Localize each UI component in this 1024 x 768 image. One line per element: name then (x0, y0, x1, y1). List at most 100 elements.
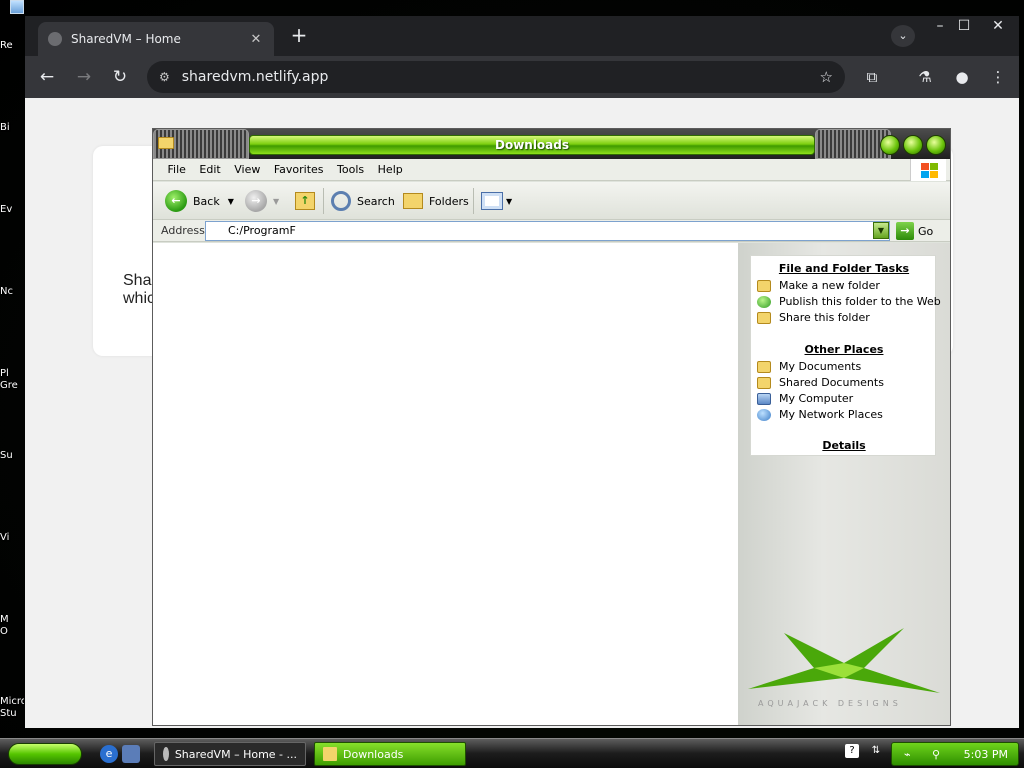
wifi-icon[interactable]: ⌁ (904, 748, 911, 761)
menu-bar: File Edit View Favorites Tools Help (153, 159, 950, 181)
place-my-computer[interactable]: My Computer (757, 392, 853, 405)
recycle-bin-icon[interactable] (10, 0, 24, 14)
search-icon[interactable]: ⚲ (932, 748, 940, 761)
desktop-icon-label[interactable]: Bi (0, 122, 24, 134)
page-text-line: whic (123, 290, 156, 307)
desktop-icon-label[interactable]: Micro (0, 696, 24, 708)
system-tray: ⌁ ⚲ 5:03 PM (891, 742, 1019, 766)
minimize-button[interactable] (880, 135, 900, 155)
place-shared-documents[interactable]: Shared Documents (757, 376, 884, 389)
browser-tab[interactable]: SharedVM – Home ✕ (38, 22, 274, 56)
place-label: My Computer (779, 392, 854, 405)
internet-explorer-icon[interactable]: e (100, 745, 118, 763)
site-settings-icon[interactable]: ⚙ (159, 70, 170, 84)
up-folder-button[interactable]: ↑ (295, 188, 315, 214)
folders-label: Folders (429, 194, 469, 208)
search-label: Search (357, 194, 395, 208)
start-button[interactable] (8, 743, 82, 765)
desktop-icon-label[interactable]: Re (0, 40, 24, 52)
taskbar-item-downloads[interactable]: Downloads (314, 742, 466, 766)
taskbar: e SharedVM – Home - ... Downloads ? ⇅ ⌁ … (0, 738, 1024, 768)
forward-arrow-icon: → (245, 190, 267, 212)
clock[interactable]: 5:03 PM (964, 748, 1008, 761)
profile-icon[interactable]: ● (951, 66, 973, 88)
views-button[interactable]: ▼ (481, 188, 512, 214)
up-folder-icon: ↑ (295, 192, 315, 210)
address-input[interactable]: C:/ProgramF (205, 221, 890, 241)
menu-edit[interactable]: Edit (194, 159, 225, 181)
browser-toolbar: ← → ↻ ⚙ sharedvm.netlify.app ☆ ⧉ ⚗ ● ⋮ (25, 56, 1019, 98)
close-window-button[interactable]: ✕ (981, 16, 1015, 38)
forward-arrow-icon[interactable]: → (72, 65, 96, 89)
address-bar[interactable]: ⚙ sharedvm.netlify.app ☆ (147, 61, 845, 93)
url-text: sharedvm.netlify.app (181, 69, 329, 85)
desktop-icon-label[interactable]: Ev (0, 204, 24, 216)
desktop-icon-label[interactable]: Stu (0, 708, 24, 720)
go-label: Go (918, 224, 934, 238)
back-arrow-icon[interactable]: ← (35, 65, 59, 89)
chrome-icon (163, 747, 169, 761)
search-button[interactable]: Search (331, 188, 395, 214)
desktop-icon-label[interactable]: O (0, 626, 24, 638)
labs-flask-icon[interactable]: ⚗ (914, 66, 936, 88)
desktop-icon-label[interactable]: Nc (0, 286, 24, 298)
menu-help[interactable]: Help (373, 159, 408, 181)
task-make-folder[interactable]: Make a new folder (757, 279, 880, 292)
menu-view[interactable]: View (229, 159, 265, 181)
menu-file[interactable]: File (163, 159, 191, 181)
folders-button[interactable]: Folders (403, 188, 469, 214)
tray-icons: ? ⇅ (845, 744, 893, 758)
maximize-button[interactable]: ☐ (947, 16, 981, 38)
reload-icon[interactable]: ↻ (108, 65, 132, 89)
network-tray-icon[interactable]: ⇅ (869, 744, 883, 758)
tab-close-icon[interactable]: ✕ (248, 32, 264, 47)
page-text-line: Sha (123, 272, 152, 289)
address-label: Address (161, 224, 205, 237)
desktop-icon-label[interactable]: Vi (0, 532, 24, 544)
brand-watermark: AQUAJACK DESIGNS (758, 699, 902, 708)
menu-tools[interactable]: Tools (332, 159, 369, 181)
file-list-area[interactable] (153, 243, 738, 725)
place-my-documents[interactable]: My Documents (757, 360, 861, 373)
back-button[interactable]: ← Back ▼ (165, 188, 234, 214)
folder-icon (757, 376, 771, 389)
go-button[interactable]: → Go (896, 222, 933, 240)
media-icon[interactable] (122, 745, 140, 763)
publish-web-icon (757, 295, 771, 308)
explorer-titlebar[interactable]: Downloads (153, 129, 950, 159)
task-share-folder[interactable]: Share this folder (757, 311, 870, 324)
desktop-icon-label[interactable]: Pl (0, 368, 24, 380)
dropdown-arrow-icon[interactable]: ▼ (228, 197, 234, 206)
tab-strip: SharedVM – Home ✕ + ⌄ – ☐ ✕ (25, 16, 1019, 56)
maximize-button[interactable] (903, 135, 923, 155)
places-header[interactable]: Other Places (751, 343, 937, 356)
search-icon (331, 191, 351, 211)
task-pane: File and Folder Tasks Make a new folder … (738, 243, 950, 725)
tasks-header[interactable]: File and Folder Tasks (751, 262, 937, 275)
address-dropdown-icon[interactable]: ▼ (873, 222, 889, 239)
forward-button[interactable]: → ▼ (245, 188, 279, 214)
new-tab-button[interactable]: + (287, 24, 311, 48)
window-title: Downloads (249, 135, 815, 155)
back-arrow-icon: ← (165, 190, 187, 212)
place-label: Shared Documents (779, 376, 884, 389)
place-network[interactable]: My Network Places (757, 408, 883, 421)
desktop-icon-label[interactable]: Su (0, 450, 24, 462)
desktop-icon-label[interactable]: Gre (0, 380, 24, 392)
favicon-icon (48, 32, 62, 46)
task-publish-web[interactable]: Publish this folder to the Web (757, 295, 941, 308)
tab-search-icon[interactable]: ⌄ (891, 25, 915, 47)
help-icon[interactable]: ? (845, 744, 859, 758)
computer-icon (757, 392, 771, 405)
details-header[interactable]: Details (751, 439, 937, 452)
menu-favorites[interactable]: Favorites (269, 159, 329, 181)
taskbar-item-browser[interactable]: SharedVM – Home - ... (154, 742, 306, 766)
dropdown-arrow-icon[interactable]: ▼ (273, 197, 279, 206)
close-button[interactable] (926, 135, 946, 155)
desktop-icon-label[interactable]: M (0, 614, 24, 626)
extensions-icon[interactable]: ⧉ (861, 66, 883, 88)
go-arrow-icon: → (896, 222, 914, 240)
bookmark-star-icon[interactable]: ☆ (820, 68, 833, 86)
folder-icon (158, 137, 174, 149)
menu-dots-icon[interactable]: ⋮ (987, 66, 1009, 88)
